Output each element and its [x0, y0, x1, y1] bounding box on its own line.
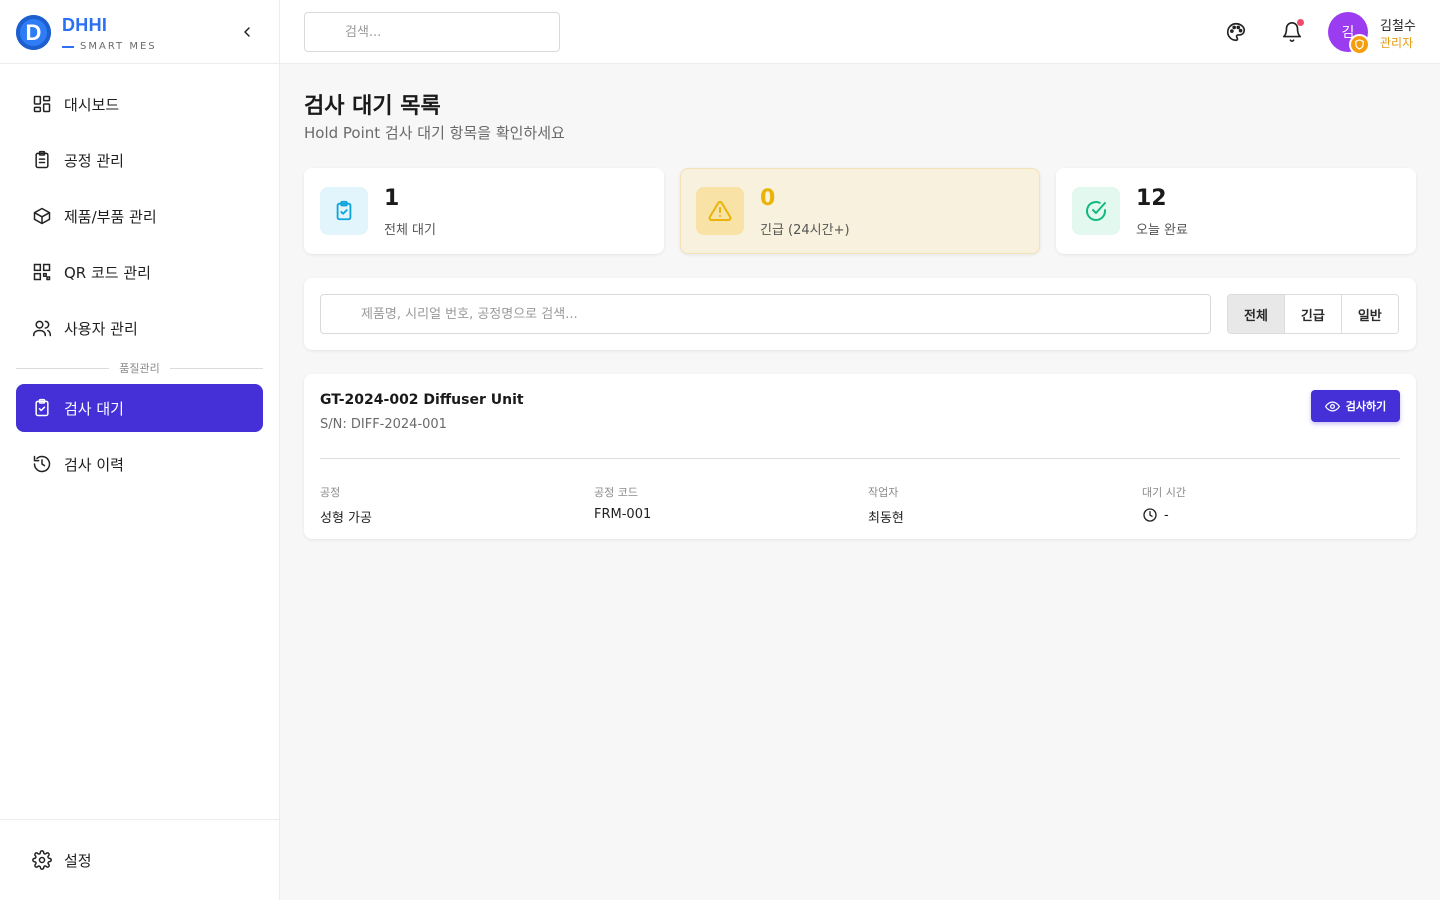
sidebar-item-qr[interactable]: QR 코드 관리	[16, 248, 263, 296]
qr-code-icon	[32, 262, 52, 282]
stat-icon-box	[696, 187, 744, 235]
sidebar-item-dashboard[interactable]: 대시보드	[16, 80, 263, 128]
stat-label: 긴급 (24시간+)	[760, 223, 850, 238]
sidebar-item-label: 공정 관리	[64, 151, 124, 170]
eye-icon	[1324, 401, 1340, 411]
sidebar-item-inspection-history[interactable]: 검사 이력	[16, 440, 263, 488]
field-label: 작업자	[868, 486, 899, 499]
field-value: -	[1142, 507, 1186, 523]
filter-tab-normal[interactable]: 일반	[1341, 295, 1398, 333]
sidebar-item-label: 사용자 관리	[64, 319, 138, 338]
clock-icon	[1143, 508, 1157, 522]
sidebar-item-label: 제품/부품 관리	[64, 207, 157, 226]
alert-triangle-icon	[708, 200, 732, 221]
item-title: GT-2024-002 Diffuser Unit	[320, 392, 524, 408]
field-value-text: 최동현	[868, 511, 904, 526]
sidebar-collapse-button[interactable]	[236, 21, 258, 43]
stat-card-total-pending: 1 전체 대기	[304, 168, 664, 254]
field-value-text: 성형 가공	[320, 511, 372, 526]
field-worker: 작업자 최동현	[868, 484, 904, 526]
users-icon	[32, 318, 52, 338]
sidebar-item-label: 검사 이력	[64, 455, 124, 474]
palette-icon	[1227, 22, 1246, 42]
global-search-input[interactable]	[304, 12, 560, 52]
check-circle-icon	[1086, 201, 1106, 221]
sidebar: D DHHI SMART MES 대시보드 공정 관리 제품/부품 관리 QR …	[0, 0, 280, 900]
section-label: 품질관리	[119, 362, 160, 375]
filter-tab-all[interactable]: 전체	[1228, 295, 1285, 333]
brand-header: D DHHI SMART MES	[0, 0, 279, 64]
inspection-search-input[interactable]	[320, 294, 1211, 334]
page-subtitle: Hold Point 검사 대기 항목을 확인하세요	[304, 124, 565, 142]
sidebar-item-users[interactable]: 사용자 관리	[16, 304, 263, 352]
sidebar-item-settings[interactable]: 설정	[16, 836, 263, 884]
sidebar-item-products[interactable]: 제품/부품 관리	[16, 192, 263, 240]
stat-card-urgent: 0 긴급 (24시간+)	[680, 168, 1040, 254]
history-icon	[32, 454, 52, 474]
field-value: 성형 가공	[320, 507, 372, 526]
user-role: 관리자	[1380, 36, 1414, 50]
divider	[169, 367, 264, 369]
brand-name: DHHI	[62, 15, 108, 35]
gear-icon	[32, 850, 52, 870]
stat-value: 1	[384, 186, 400, 211]
clipboard-check-icon	[32, 398, 52, 418]
divider	[16, 367, 110, 369]
sidebar-item-label: 검사 대기	[64, 399, 124, 418]
stat-icon-box	[1072, 187, 1120, 235]
stat-value: 12	[1136, 186, 1167, 211]
sidebar-item-label: 대시보드	[64, 95, 120, 114]
field-process-code: 공정 코드 FRM-001	[594, 484, 651, 522]
brand-subtitle: SMART MES	[80, 41, 157, 52]
user-name[interactable]: 김철수	[1380, 15, 1416, 34]
sidebar-item-label: QR 코드 관리	[64, 263, 151, 282]
clipboard-check-icon	[336, 200, 352, 221]
chevron-left-icon	[244, 27, 250, 37]
filter-tab-urgent[interactable]: 긴급	[1284, 295, 1342, 333]
top-header: 김 김철수 관리자	[280, 0, 1440, 64]
stat-label: 오늘 완료	[1136, 223, 1188, 238]
field-value: 최동현	[868, 507, 904, 526]
stat-value: 0	[760, 186, 776, 211]
brand-divider	[62, 46, 74, 48]
stat-label: 전체 대기	[384, 223, 436, 238]
sidebar-item-inspection-pending[interactable]: 검사 대기	[16, 384, 263, 432]
filter-bar: 전체 긴급 일반	[304, 278, 1416, 350]
divider	[320, 458, 1400, 459]
box-icon	[32, 206, 52, 226]
stat-icon-box	[320, 187, 368, 235]
brand-logo[interactable]: D	[16, 15, 51, 50]
dashboard-icon	[32, 94, 52, 114]
field-label: 공정 코드	[594, 486, 638, 499]
sidebar-item-process[interactable]: 공정 관리	[16, 136, 263, 184]
sidebar-section-quality: 품질관리	[16, 360, 264, 376]
field-label: 공정	[320, 486, 341, 499]
field-label: 대기 시간	[1142, 486, 1186, 499]
sidebar-footer: 설정	[0, 819, 279, 900]
item-serial: S/N: DIFF-2024-001	[320, 417, 447, 432]
notifications-button[interactable]	[1280, 19, 1304, 44]
field-value-text: FRM-001	[594, 507, 652, 522]
inspect-button-label: 검사하기	[1345, 400, 1387, 413]
priority-filter-tabs: 전체 긴급 일반	[1227, 294, 1399, 334]
sidebar-item-label: 설정	[64, 851, 92, 870]
field-process: 공정 성형 가공	[320, 484, 372, 526]
inspect-button[interactable]: 검사하기	[1311, 390, 1400, 422]
field-value: FRM-001	[594, 507, 651, 522]
clipboard-icon	[32, 150, 52, 170]
notification-dot	[1297, 19, 1304, 26]
inspection-item-card: GT-2024-002 Diffuser Unit S/N: DIFF-2024…	[304, 374, 1416, 539]
theme-button[interactable]	[1224, 20, 1248, 44]
field-value-text: -	[1164, 507, 1169, 523]
admin-badge	[1349, 34, 1370, 55]
stat-card-completed-today: 12 오늘 완료	[1056, 168, 1416, 254]
field-wait-time: 대기 시간 -	[1142, 484, 1186, 523]
page-title: 검사 대기 목록	[304, 94, 441, 119]
shield-icon	[1355, 39, 1364, 50]
